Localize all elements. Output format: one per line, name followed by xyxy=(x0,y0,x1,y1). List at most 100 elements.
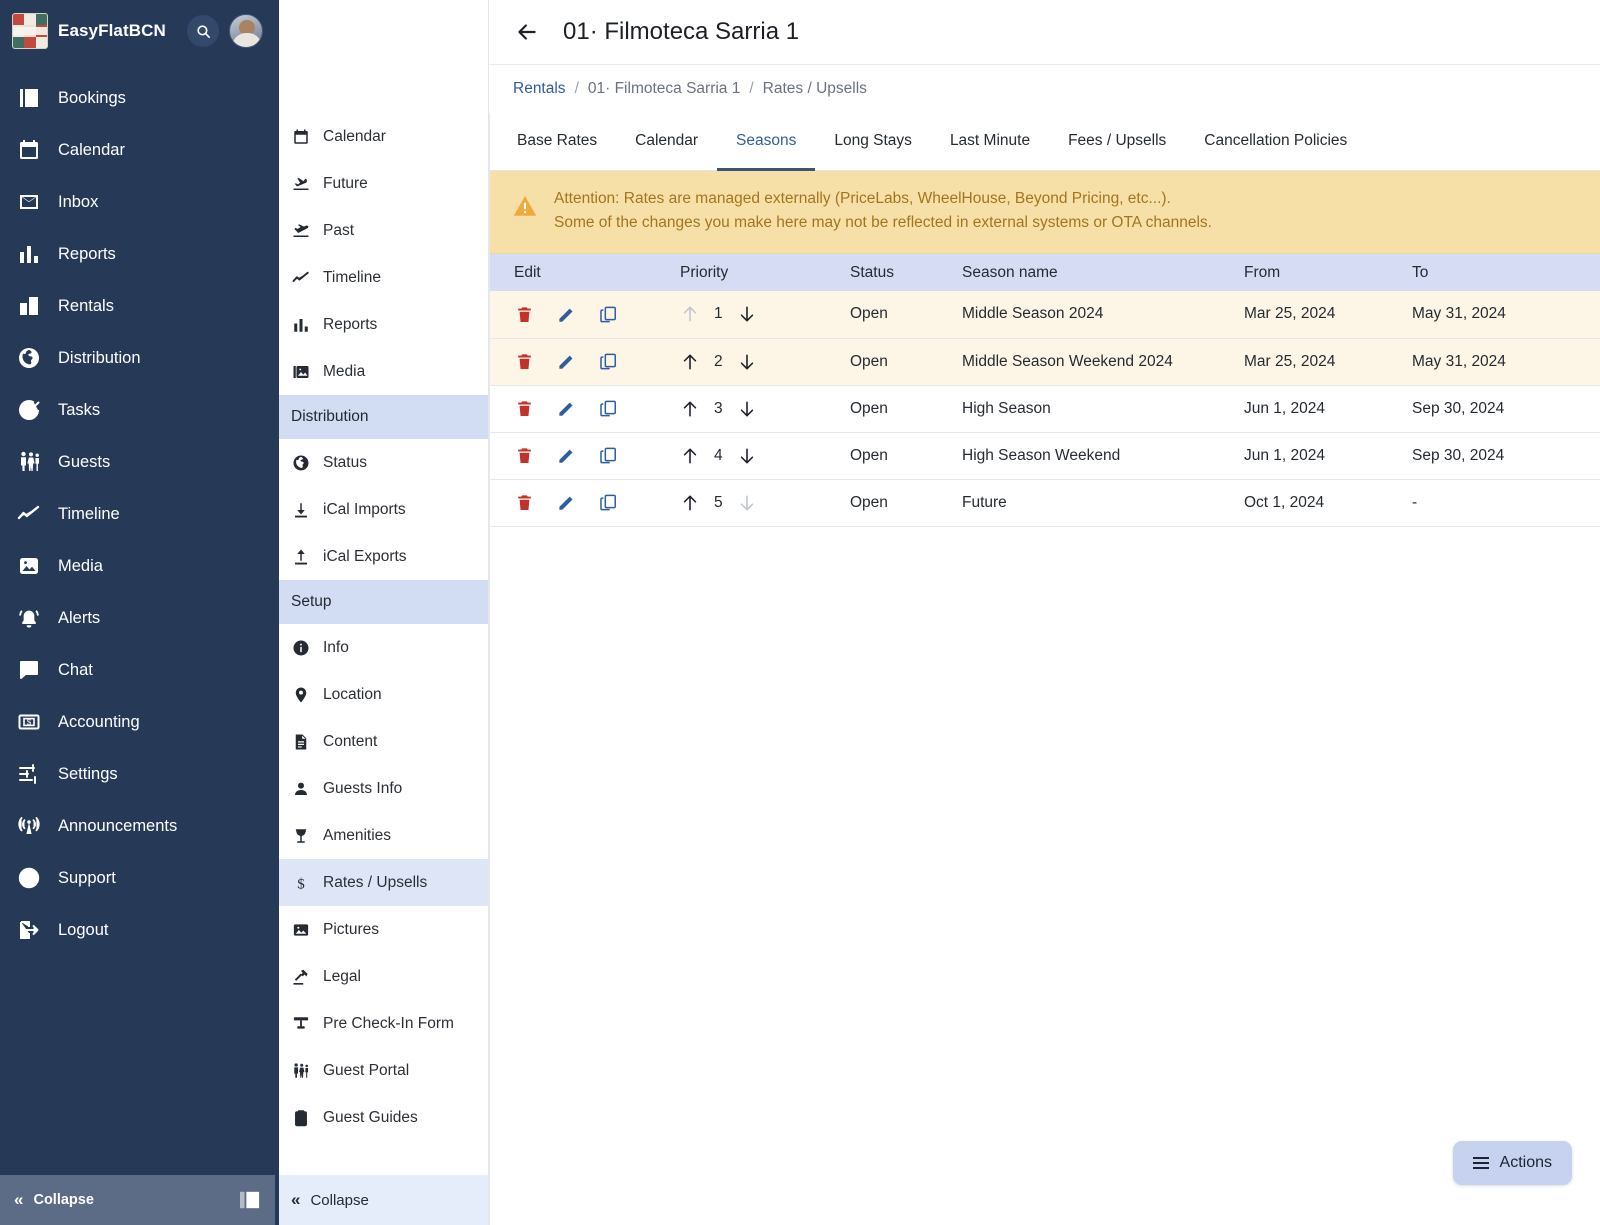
tab-fees-upsells[interactable]: Fees / Upsells xyxy=(1049,113,1185,171)
move-up-icon[interactable] xyxy=(680,303,700,325)
subnav-item-ical-imports[interactable]: iCal Imports xyxy=(275,486,488,533)
move-down-icon[interactable] xyxy=(737,445,757,467)
subnav-item-ical-exports[interactable]: iCal Exports xyxy=(275,533,488,580)
tab-cancellation-policies[interactable]: Cancellation Policies xyxy=(1185,113,1366,171)
subnav-item-rates-upsells[interactable]: $ Rates / Upsells xyxy=(275,859,488,906)
rentals-icon xyxy=(16,293,42,319)
season-name-cell: High Season Weekend xyxy=(962,432,1244,480)
sidebar-item-guests[interactable]: Guests xyxy=(0,436,275,488)
sidebar-item-distribution[interactable]: Distribution xyxy=(0,332,275,384)
sidebar-item-chat[interactable]: Chat xyxy=(0,644,275,696)
edit-icon[interactable] xyxy=(556,446,576,466)
subnav-item-pictures[interactable]: Pictures xyxy=(275,906,488,953)
tab-long-stays[interactable]: Long Stays xyxy=(815,113,931,171)
avatar[interactable] xyxy=(229,14,263,48)
subnav-item-guest-guides[interactable]: Guest Guides xyxy=(275,1094,488,1141)
tab-base-rates[interactable]: Base Rates xyxy=(498,113,616,171)
subnav-collapse-button[interactable]: « Collapse xyxy=(275,1175,488,1225)
sidebar-item-tasks[interactable]: Tasks xyxy=(0,384,275,436)
table-row[interactable]: 2 Open Middle Season Weekend 2024 Mar 25… xyxy=(490,338,1600,386)
table-row[interactable]: 3 Open High Season Jun 1, 2024 Sep 30, 2… xyxy=(490,385,1600,433)
subnav-item-pre-check-in-form[interactable]: Pre Check-In Form xyxy=(275,1000,488,1047)
duplicate-icon[interactable] xyxy=(598,304,618,324)
sidebar-item-label: Support xyxy=(58,868,116,887)
move-down-icon[interactable] xyxy=(737,351,757,373)
sidebar-item-logout[interactable]: Logout xyxy=(0,904,275,956)
sidebar-item-settings[interactable]: Settings xyxy=(0,748,275,800)
subnav-item-timeline[interactable]: Timeline xyxy=(275,254,488,301)
sidebar-item-bookings[interactable]: Bookings xyxy=(0,72,275,124)
priority-cell: 3 xyxy=(680,385,850,433)
tab-calendar[interactable]: Calendar xyxy=(616,113,717,171)
duplicate-icon[interactable] xyxy=(598,493,618,513)
sidebar-item-media[interactable]: Media xyxy=(0,540,275,592)
subnav-item-guest-portal[interactable]: Guest Portal xyxy=(275,1047,488,1094)
page-header: 01· Filmoteca Sarria 1 xyxy=(489,0,1600,65)
edit-icon[interactable] xyxy=(556,352,576,372)
form-icon xyxy=(291,1014,311,1034)
tab-seasons[interactable]: Seasons xyxy=(717,113,816,171)
move-down-icon[interactable] xyxy=(737,492,757,514)
subnav-item-future[interactable]: Future xyxy=(275,160,488,207)
duplicate-icon[interactable] xyxy=(598,352,618,372)
subnav-item-legal[interactable]: Legal xyxy=(275,953,488,1000)
subnav-item-guests-info[interactable]: Guests Info xyxy=(275,765,488,812)
subnav-item-amenities[interactable]: Amenities xyxy=(275,812,488,859)
breadcrumb-root[interactable]: Rentals xyxy=(513,80,566,98)
sidebar-item-support[interactable]: Support xyxy=(0,852,275,904)
search-icon[interactable] xyxy=(187,15,219,47)
sidebar-item-announcements[interactable]: Announcements xyxy=(0,800,275,852)
sidebar-item-calendar[interactable]: Calendar xyxy=(0,124,275,176)
sliders-icon xyxy=(16,761,42,787)
panel-toggle-icon[interactable] xyxy=(239,1190,261,1210)
table-row[interactable]: 5 Open Future Oct 1, 2024 - xyxy=(490,479,1600,527)
svg-text:$: $ xyxy=(297,876,305,892)
subnav-item-reports[interactable]: Reports xyxy=(275,301,488,348)
clipboard-icon xyxy=(291,1108,311,1128)
move-up-icon[interactable] xyxy=(680,492,700,514)
subnav-item-content[interactable]: Content xyxy=(275,718,488,765)
glass-icon xyxy=(291,826,311,846)
subnav-item-past[interactable]: Past xyxy=(275,207,488,254)
delete-icon[interactable] xyxy=(514,446,534,466)
delete-icon[interactable] xyxy=(514,399,534,419)
table-row[interactable]: 4 Open High Season Weekend Jun 1, 2024 S… xyxy=(490,432,1600,480)
sidebar-item-alerts[interactable]: Alerts xyxy=(0,592,275,644)
table-row[interactable]: 1 Open Middle Season 2024 Mar 25, 2024 M… xyxy=(490,291,1600,339)
duplicate-icon[interactable] xyxy=(598,399,618,419)
subnav-item-location[interactable]: Location xyxy=(275,671,488,718)
delete-icon[interactable] xyxy=(514,304,534,324)
globe-icon xyxy=(16,345,42,371)
delete-icon[interactable] xyxy=(514,352,534,372)
from-date-cell: Jun 1, 2024 xyxy=(1244,432,1412,480)
subnav-item-calendar[interactable]: Calendar xyxy=(275,113,488,160)
move-up-icon[interactable] xyxy=(680,445,700,467)
move-up-icon[interactable] xyxy=(680,351,700,373)
row-actions-cell xyxy=(490,291,680,339)
edit-icon[interactable] xyxy=(556,493,576,513)
plane-arrival-icon xyxy=(291,174,311,194)
globe-icon xyxy=(291,453,311,473)
chevron-left-double-icon: « xyxy=(14,1190,24,1209)
actions-button[interactable]: Actions xyxy=(1452,1141,1572,1185)
sidebar-item-timeline[interactable]: Timeline xyxy=(0,488,275,540)
tab-last-minute[interactable]: Last Minute xyxy=(931,113,1049,171)
edit-icon[interactable] xyxy=(556,304,576,324)
breadcrumb-middle[interactable]: 01· Filmoteca Sarria 1 xyxy=(588,80,740,98)
edit-icon[interactable] xyxy=(556,399,576,419)
move-down-icon[interactable] xyxy=(737,303,757,325)
sidebar-item-rentals[interactable]: Rentals xyxy=(0,280,275,332)
back-button[interactable] xyxy=(513,18,541,46)
sidebar-item-accounting[interactable]: $ Accounting xyxy=(0,696,275,748)
move-up-icon[interactable] xyxy=(680,398,700,420)
move-down-icon[interactable] xyxy=(737,398,757,420)
sidebar-item-inbox[interactable]: Inbox xyxy=(0,176,275,228)
delete-icon[interactable] xyxy=(514,493,534,513)
sidebar-collapse-button[interactable]: « Collapse xyxy=(0,1175,275,1225)
duplicate-icon[interactable] xyxy=(598,446,618,466)
sidebar-collapse-label: Collapse xyxy=(33,1192,94,1208)
subnav-item-info[interactable]: Info xyxy=(275,624,488,671)
sidebar-item-reports[interactable]: Reports xyxy=(0,228,275,280)
subnav-item-media[interactable]: Media xyxy=(275,348,488,395)
subnav-item-status[interactable]: Status xyxy=(275,439,488,486)
